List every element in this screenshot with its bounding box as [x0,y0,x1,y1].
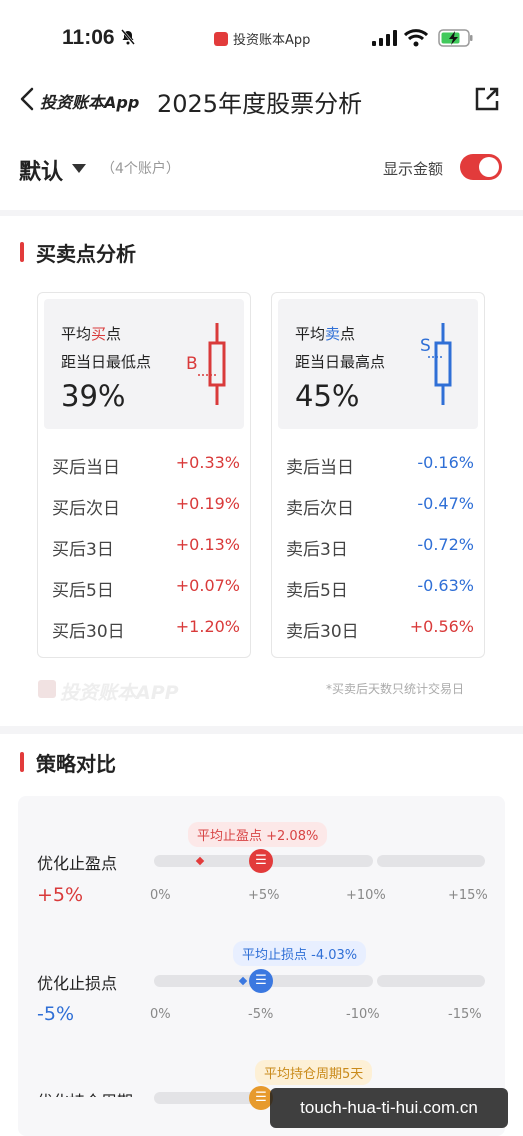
tick-label: -5% [248,1007,274,1022]
list-item: 卖后30日 +0.56% [286,617,474,642]
buy-summary-line2: 距当日最低点 [61,353,152,371]
section-title-buy-sell: 买卖点分析 [20,238,136,267]
list-item: 卖后次日 -0.47% [286,494,474,519]
sell-summary-line2: 距当日最高点 [295,353,386,371]
app-indicator: 投资账本App [214,29,310,48]
avg-take-profit-bubble: 平均止盈点 +2.08% [188,822,328,847]
sell-candle-icon: S [420,323,452,405]
toggle-knob [479,157,499,177]
sell-marker-label: S [420,336,431,356]
back-chevron-icon[interactable] [18,86,36,112]
footnote: *买卖后天数只统计交易日 [326,682,465,696]
back-button-label[interactable]: 投资账本App [40,89,139,113]
tick-label: -10% [346,1007,380,1022]
list-item: 买后3日 +0.13% [52,535,240,560]
buy-marker-label: B [186,354,198,374]
holding-period-label: 优化持仓周期 [37,1088,133,1097]
tick-label: +15% [448,888,488,903]
sell-percent: 45% [295,379,360,413]
tick-label: +10% [346,888,386,903]
take-profit-thumb[interactable]: ☰ [249,849,273,873]
list-item: 买后当日 +0.33% [52,453,240,478]
list-item: 卖后5日 -0.63% [286,576,474,601]
buy-card: 平均买点 距当日最低点 39% B 买后当日 +0.33% 买后次日 +0.19% … [37,292,251,658]
avg-stop-loss-bubble: 平均止损点 -4.03% [233,941,367,966]
buy-sell-section: 买卖点分析 平均买点 距当日最低点 39% B 买后当日 +0.33% 买后次日 +… [0,216,523,726]
buy-percent: 39% [61,379,126,413]
buy-candle-icon: B [186,323,226,405]
app-logo-icon [214,31,228,46]
sell-card-summary: 平均卖点 距当日最高点 45% S [278,299,478,429]
watermark-overlay: touch-hua-ti-hui.com.cn [270,1088,508,1128]
page-title: 2025年度股票分析 [157,90,363,118]
wifi-icon [404,29,428,47]
tick-label: +5% [248,888,280,903]
list-item: 买后30日 +1.20% [52,617,240,642]
watermark: 投资账本APP [60,682,179,704]
show-amount-toggle[interactable] [460,154,502,180]
sell-summary-line1: 平均卖点 [295,325,356,343]
show-amount-label: 显示金额 [383,160,444,178]
take-profit-value: +5% [37,884,84,906]
account-name[interactable]: 默认 [19,154,63,186]
take-profit-slider[interactable]: ☰ [154,849,485,873]
buy-card-summary: 平均买点 距当日最低点 39% B [44,299,244,429]
list-item: 卖后3日 -0.72% [286,535,474,560]
nav-bar: 投资账本App 2025年度股票分析 [0,78,523,128]
caret-down-icon[interactable] [72,164,86,173]
app-indicator-label: 投资账本App [233,33,311,48]
battery-charging-icon [438,29,473,47]
stop-loss-thumb[interactable]: ☰ [249,969,273,993]
tick-label: 0% [150,1007,171,1022]
strategy-section: 策略对比 平均止盈点 +2.08% 优化止盈点 ☰ +5% 0% +5% +10… [0,734,523,1136]
sell-card: 平均卖点 距当日最高点 45% S 卖后当日 -0.16% 卖后次日 -0.47% … [271,292,485,658]
tick-label: 0% [150,888,171,903]
watermark-logo-icon [38,680,56,698]
avg-holding-period-bubble: 平均持仓周期5天 [255,1060,373,1085]
take-profit-label: 优化止盈点 [37,854,118,873]
bell-muted-icon [121,29,135,45]
list-item: 卖后当日 -0.16% [286,453,474,478]
share-icon[interactable] [474,86,500,112]
account-selector-row: 默认 （4个账户） 显示金额 [0,128,523,210]
status-time: 11:06 [62,26,115,49]
section-title-strategy: 策略对比 [20,748,116,777]
stop-loss-slider[interactable]: ☰ [154,969,485,993]
stop-loss-label: 优化止损点 [37,974,118,993]
list-item: 买后5日 +0.07% [52,576,240,601]
strategy-panel [18,796,505,1136]
signal-icon [372,30,397,46]
account-count: （4个账户） [101,161,180,177]
status-bar: 11:06 投资账本App [0,0,523,78]
list-item: 买后次日 +0.19% [52,494,240,519]
buy-summary-line1: 平均买点 [61,325,122,343]
stop-loss-value: -5% [37,1003,74,1025]
tick-label: -15% [448,1007,482,1022]
